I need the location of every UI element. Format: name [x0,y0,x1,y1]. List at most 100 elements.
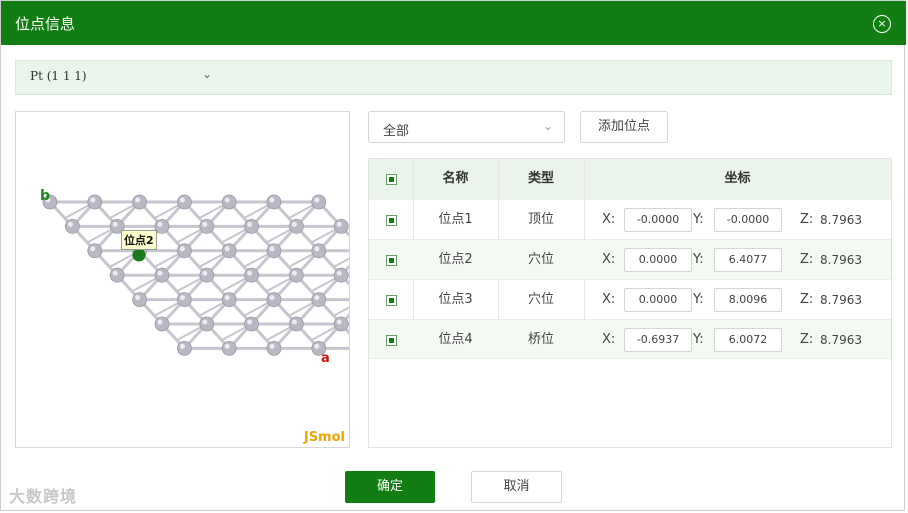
site-type: 穴位 [527,252,554,267]
y-coordinate-input[interactable]: 6.4077 [714,248,782,272]
atom-highlight [224,295,230,301]
pt-atom [288,316,304,332]
pt-atom [154,219,170,234]
pt-atom [132,292,147,308]
atom-highlight [314,343,320,349]
y-label: Y: [693,252,704,267]
table-header: 名称 类型 坐标 [369,159,891,199]
site-type-filter[interactable]: 全部 ⌄ [368,111,565,143]
row-checkbox[interactable] [386,335,397,346]
selected-site-marker [132,248,146,262]
atom-highlight [157,270,163,276]
site-type: 顶位 [527,212,554,227]
site-info-dialog: 位点信息 × Pt (1 1 1) ⌄ ba 位点2 JSmol 全部 ⌄ 添加… [0,0,906,511]
atom-highlight [314,197,320,203]
atom-highlight [202,319,208,325]
pt-atom [221,340,237,356]
axis-a-label: a [321,351,330,366]
row-checkbox[interactable] [386,295,397,306]
pt-atom [333,219,349,234]
select-all-checkbox[interactable] [386,174,397,185]
atom-highlight [336,319,342,325]
y-label: Y: [693,292,704,307]
chevron-down-icon: ⌄ [543,119,554,133]
chevron-down-icon: ⌄ [202,67,213,81]
atom-highlight [291,319,297,325]
atom-highlight [90,246,96,252]
pt-atom [199,267,215,283]
y-coordinate-input[interactable]: -0.0000 [714,208,782,232]
site-name: 位点1 [438,212,473,227]
x-coordinate-input[interactable]: 0.0000 [624,248,692,272]
pt-atom [176,194,192,210]
x-coordinate-input[interactable]: -0.0000 [624,208,692,232]
atom-highlight [224,197,230,203]
row-checkbox[interactable] [386,255,397,266]
pt-atom [65,219,80,234]
pt-atom [154,316,170,332]
z-label: Z: [800,252,814,267]
atom-highlight [112,221,118,227]
atom-highlight [336,270,342,276]
crystal-face-select[interactable]: Pt (1 1 1) ⌄ [30,67,220,87]
y-label: Y: [693,212,704,227]
x-coordinate-input[interactable]: 0.0000 [624,288,692,312]
pt-atom [132,194,147,210]
pt-atom [311,194,327,210]
atom-highlight [224,246,230,252]
atom-highlight [247,221,253,227]
z-coordinate-value: 8.7963 [820,333,862,347]
atom-highlight [314,295,320,301]
cancel-button[interactable]: 取消 [471,471,562,503]
site-name: 位点4 [438,332,473,347]
pt-atom [333,267,349,283]
atom-highlight [291,270,297,276]
pt-atom [266,194,282,210]
y-coordinate-input[interactable]: 6.0072 [714,328,782,352]
pt-atom [266,340,282,356]
lattice-canvas: ba [40,188,349,366]
table-row: 位点4 桥位 X: -0.6937 Y: 6.0072 Z: 8.7963 [369,319,891,359]
x-label: X: [602,252,616,267]
pt-atom [266,243,282,259]
y-coordinate-input[interactable]: 8.0096 [714,288,782,312]
x-label: X: [602,292,616,307]
atom-highlight [179,246,185,252]
x-coordinate-input[interactable]: -0.6937 [624,328,692,352]
header-type: 类型 [527,171,554,186]
header-name: 名称 [442,171,469,186]
lattice-bond [333,306,349,317]
pt-atom [154,267,170,283]
pt-atom [288,219,304,234]
jsmol-viewer[interactable]: ba 位点2 JSmol [15,111,350,448]
atom-highlight [179,343,185,349]
filter-value: 全部 [383,124,410,139]
dialog-titlebar: 位点信息 × [1,1,906,45]
site-type: 穴位 [527,292,554,307]
site-name: 位点2 [438,252,473,267]
atom-highlight [135,197,141,203]
pt-atom [311,243,327,259]
watermark-logo: 大数跨境 [9,487,78,506]
crystal-face-value: Pt (1 1 1) [30,69,87,83]
atom-highlight [157,221,163,227]
atom-highlight [179,197,185,203]
pt-atom [109,267,125,283]
pt-atom [87,243,103,259]
y-label: Y: [693,332,704,347]
add-site-button[interactable]: 添加位点 [580,111,668,143]
close-icon[interactable]: × [873,15,891,33]
pt-atom [176,340,192,356]
z-coordinate-value: 8.7963 [820,253,862,267]
row-checkbox[interactable] [386,215,397,226]
pt-atom [244,219,260,234]
pt-atom [244,267,260,283]
atom-highlight [269,295,275,301]
site-type: 桥位 [527,332,554,347]
pt-atom [333,316,349,332]
z-coordinate-value: 8.7963 [820,213,862,227]
z-label: Z: [800,332,814,347]
confirm-button[interactable]: 确定 [345,471,435,503]
atom-highlight [269,197,275,203]
table-row: 位点3 穴位 X: 0.0000 Y: 8.0096 Z: 8.7963 [369,279,891,319]
